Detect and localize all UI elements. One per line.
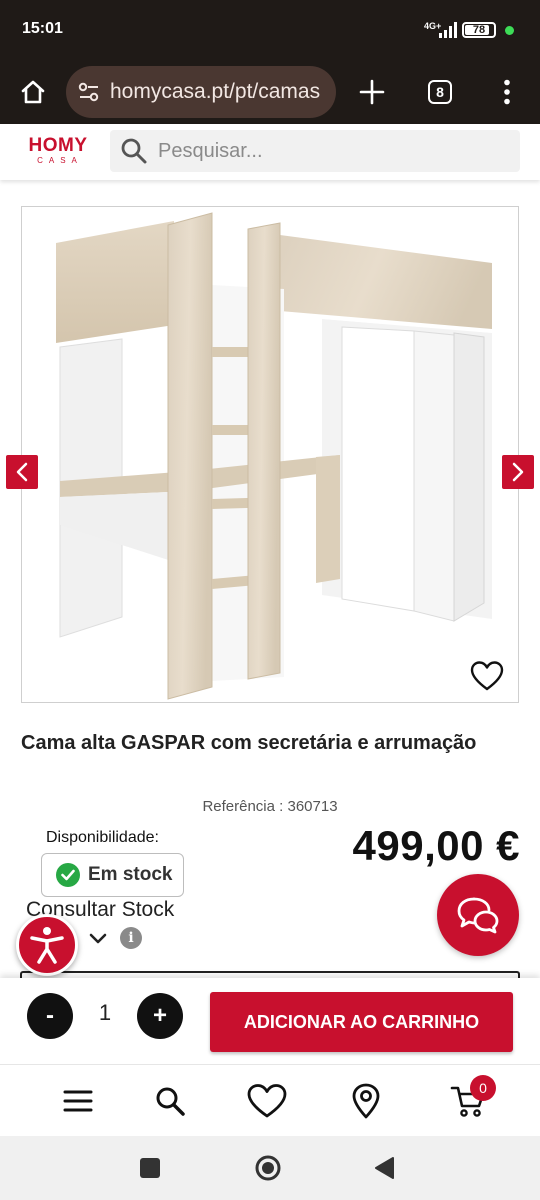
- privacy-indicator-dot: [505, 26, 514, 35]
- search-button[interactable]: [148, 1079, 192, 1123]
- new-tab-button[interactable]: [348, 68, 396, 116]
- map-pin-icon: [352, 1083, 380, 1119]
- back-triangle-icon: [375, 1157, 394, 1179]
- tab-count: 8: [428, 80, 452, 104]
- url-text[interactable]: homycasa.pt/pt/camas: [110, 80, 320, 104]
- bottom-navigation: [0, 1064, 540, 1136]
- system-navigation-bar: [0, 1136, 540, 1200]
- check-circle-icon: [56, 863, 80, 887]
- wishlist-nav-button[interactable]: [245, 1079, 289, 1123]
- site-header: HOMY CASA: [0, 124, 540, 180]
- stock-badge: Em stock: [41, 853, 184, 897]
- accessibility-icon: [30, 927, 64, 964]
- logo-top: HOMY: [28, 135, 88, 156]
- heart-icon: [247, 1084, 287, 1118]
- chevron-left-icon: [16, 462, 28, 482]
- search-input[interactable]: [158, 139, 498, 163]
- accessibility-button[interactable]: [16, 914, 78, 976]
- browser-menu-button[interactable]: [483, 68, 531, 116]
- home-nav-button[interactable]: [254, 1154, 282, 1187]
- plus-icon: [359, 79, 385, 105]
- cart-count-badge: 0: [470, 1075, 496, 1101]
- wishlist-button[interactable]: [470, 660, 504, 697]
- status-bar: 15:01 4G+ 78: [0, 0, 540, 60]
- add-to-cart-bar: - + ADICIONAR AO CARRINHO: [0, 978, 540, 1064]
- search-box[interactable]: [110, 130, 520, 172]
- tabs-button[interactable]: 8: [416, 68, 464, 116]
- chevron-right-icon: [512, 462, 524, 482]
- loft-bed-illustration: [56, 212, 492, 700]
- recents-button[interactable]: [139, 1157, 161, 1184]
- quantity-input[interactable]: [80, 1000, 130, 1026]
- menu-icon: [63, 1090, 93, 1112]
- browser-toolbar: homycasa.pt/pt/camas 8: [0, 60, 540, 124]
- circle-icon: [255, 1155, 281, 1181]
- next-image-button[interactable]: [502, 455, 534, 489]
- battery-icon: 78: [462, 22, 496, 38]
- product-image[interactable]: [21, 206, 519, 703]
- search-icon: [156, 1087, 185, 1116]
- site-settings-icon[interactable]: [78, 82, 100, 102]
- availability-label: Disponibilidade:: [46, 829, 159, 846]
- search-icon: [121, 138, 147, 164]
- quantity-increase-button[interactable]: +: [137, 993, 183, 1039]
- address-bar[interactable]: homycasa.pt/pt/camas: [66, 66, 336, 118]
- quantity-decrease-button[interactable]: -: [27, 993, 73, 1039]
- stock-status: Em stock: [88, 864, 173, 885]
- store-locator-button[interactable]: [344, 1079, 388, 1123]
- chevron-down-icon: [89, 933, 107, 944]
- home-button[interactable]: [9, 68, 57, 116]
- product-title: Cama alta GASPAR com secretária e arruma…: [21, 732, 477, 754]
- site-logo[interactable]: HOMY CASA: [26, 136, 90, 168]
- menu-button[interactable]: [56, 1079, 100, 1123]
- battery-level: 78: [472, 24, 486, 36]
- back-nav-button[interactable]: [373, 1156, 395, 1185]
- product-price: 499,00 €: [352, 822, 520, 869]
- info-icon[interactable]: i: [120, 927, 142, 949]
- consult-stock-toggle[interactable]: [88, 932, 108, 951]
- product-reference: Referência : 360713: [202, 798, 338, 815]
- prev-image-button[interactable]: [6, 455, 38, 489]
- add-to-cart-button[interactable]: ADICIONAR AO CARRINHO: [210, 992, 513, 1052]
- logo-bottom: CASA: [37, 156, 83, 165]
- status-time: 15:01: [22, 20, 63, 37]
- square-icon: [140, 1158, 160, 1178]
- chat-bubbles-icon: [457, 897, 499, 934]
- more-vert-icon: [504, 79, 510, 105]
- signal-icon: [439, 22, 457, 38]
- home-icon: [21, 80, 45, 104]
- chat-button[interactable]: [437, 874, 519, 956]
- heart-icon: [470, 661, 504, 691]
